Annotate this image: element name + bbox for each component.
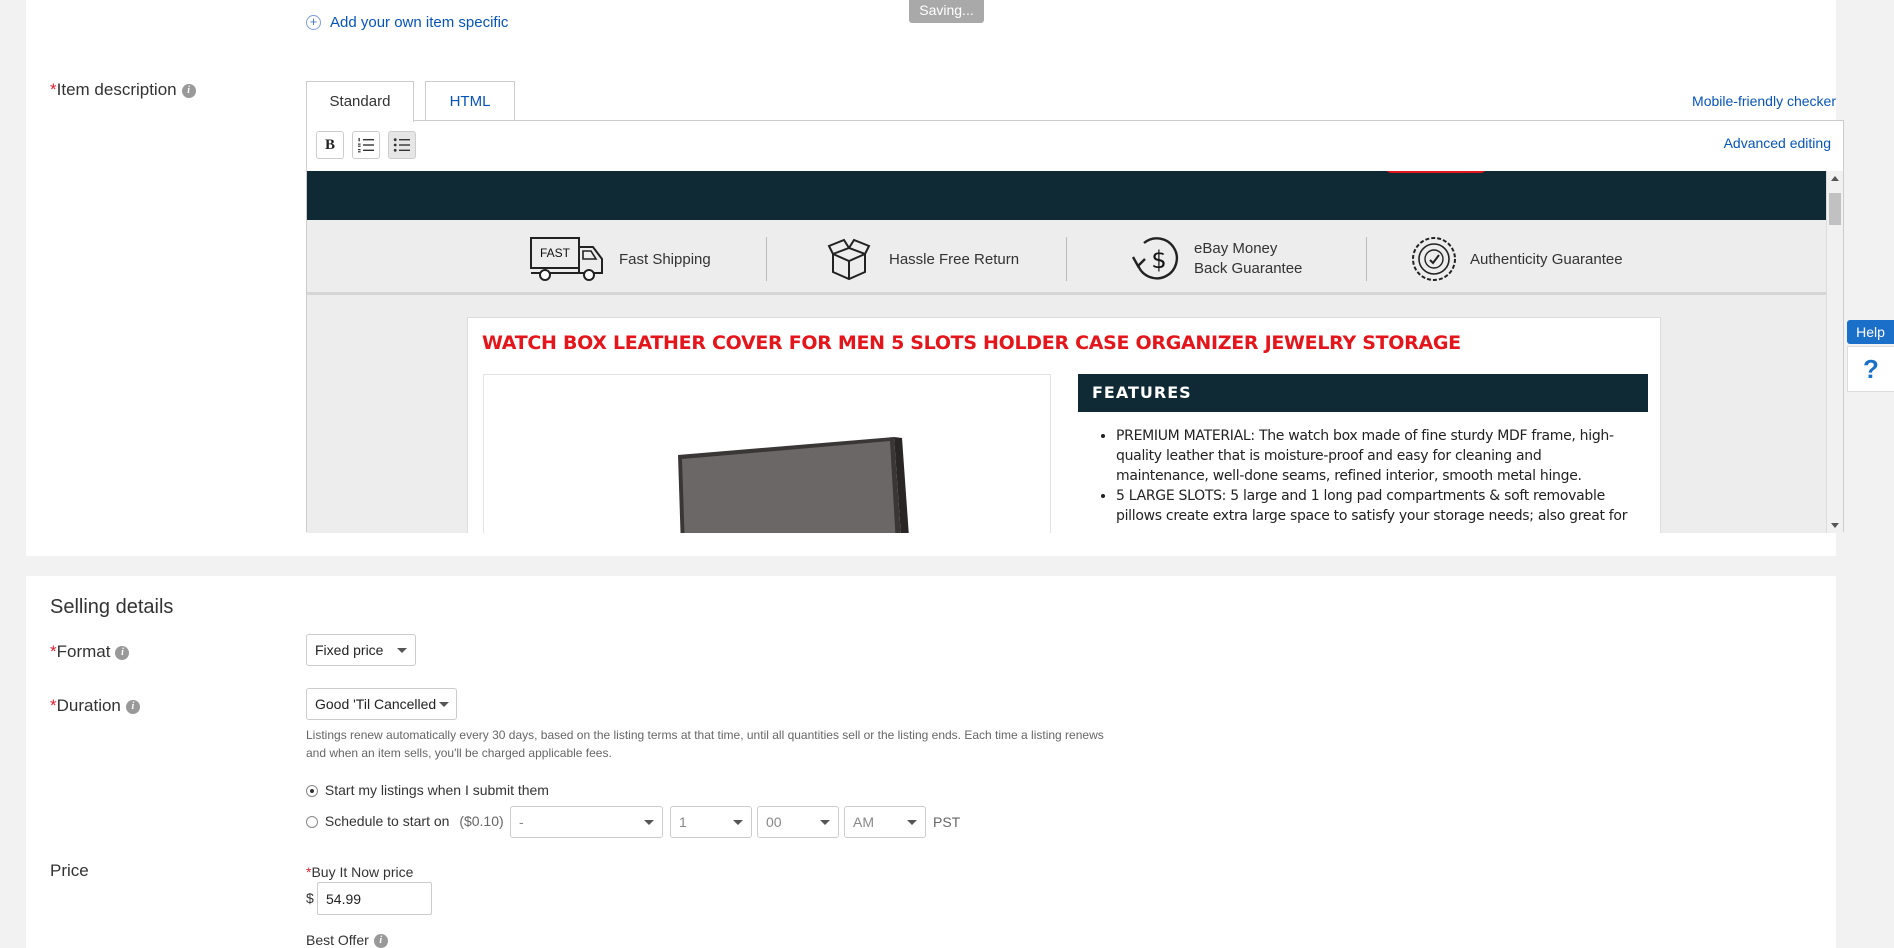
schedule-minute-select[interactable]: 00 [757,806,839,838]
hassle-free-return-box-icon [827,238,871,281]
svg-text:FAST: FAST [540,246,571,260]
guarantee-strip: FAST Fast Shipping Hassle Free Return $ … [307,220,1827,295]
add-item-specific-label: Add your own item specific [330,14,509,31]
preview-banner [307,171,1827,220]
selling-details-panel [26,576,1836,948]
best-offer-label: Best Offer i [306,932,388,948]
schedule-ampm-select[interactable]: AM [844,806,926,838]
mobile-friendly-checker-link[interactable]: Mobile-friendly checker [1692,93,1836,109]
authenticity-seal-icon [1412,237,1456,281]
guarantee-label: eBay Money Back Guarantee [1194,240,1303,277]
guarantee-label: Hassle Free Return [889,250,1020,268]
add-item-specific-link[interactable]: + Add your own item specific [306,14,508,31]
numbered-list-button[interactable] [352,131,380,159]
editor-scrollbar[interactable] [1826,171,1843,533]
guarantee-authenticity: Authenticity Guarantee [1410,234,1623,284]
chevron-down-icon [733,820,743,825]
features-heading: FEATURES [1078,374,1648,412]
duration-select[interactable]: Good 'Til Cancelled [306,688,457,720]
chevron-down-icon [820,820,830,825]
duration-label: *Duration i [50,696,140,716]
description-editor[interactable]: B Advanced editing FAST Fast Shipping Ha… [306,120,1844,533]
tab-html[interactable]: HTML [425,81,515,121]
bulleted-list-button[interactable] [388,131,416,159]
info-icon[interactable]: i [115,645,130,660]
selling-details-heading: Selling details [50,596,174,618]
schedule-hour-select[interactable]: 1 [670,806,752,838]
item-description-label: *Item description i [50,80,196,100]
price-label: Price [50,861,89,880]
start-now-option[interactable]: Start my listings when I submit them [306,782,549,798]
product-image [483,374,1051,533]
divider [1366,237,1367,281]
bold-icon: B [324,136,335,153]
scroll-thumb[interactable] [1829,193,1841,225]
bold-button[interactable]: B [316,131,344,159]
guarantee-money-back: $ eBay Money Back Guarantee [1130,234,1302,284]
watch-box-image [678,437,909,533]
schedule-radio[interactable] [306,816,318,829]
guarantee-label: Fast Shipping [619,250,711,268]
svg-text:$: $ [1151,246,1166,274]
info-icon[interactable]: i [373,934,388,948]
info-icon[interactable]: i [125,699,140,714]
guarantee-hassle-free-return: Hassle Free Return [827,234,1019,284]
numbered-list-icon [358,138,374,153]
chevron-down-icon [907,820,917,825]
advanced-editing-link[interactable]: Advanced editing [1724,135,1831,151]
divider [1066,237,1067,281]
scroll-down-arrow[interactable] [1831,523,1839,528]
divider [766,237,767,281]
list-item: 5 LARGE SLOTS: 5 large and 1 long pad co… [1116,486,1636,526]
duration-note: Listings renew automatically every 30 da… [306,728,1104,760]
scroll-up-arrow[interactable] [1831,176,1839,181]
saving-indicator: Saving... [909,0,984,23]
description-preview[interactable]: FAST Fast Shipping Hassle Free Return $ … [307,171,1827,533]
chevron-down-icon [439,702,449,707]
guarantee-fast-shipping: FAST Fast Shipping [529,234,711,284]
fast-shipping-truck-icon: FAST [530,237,603,281]
schedule-option[interactable]: Schedule to start on ($0.10) [306,813,504,829]
info-icon[interactable]: i [181,83,196,98]
help-button[interactable]: Help [1847,320,1894,344]
banner-red-accent [1384,171,1488,173]
currency-symbol: $ [306,890,314,906]
product-card: WATCH BOX LEATHER COVER FOR MEN 5 SLOTS … [467,317,1661,533]
chevron-down-icon [397,648,407,653]
tab-standard[interactable]: Standard [306,81,414,122]
money-back-icon: $ [1131,237,1178,280]
format-select[interactable]: Fixed price [306,634,416,666]
plus-circle-icon: + [306,15,321,30]
guarantee-label: Authenticity Guarantee [1470,250,1623,268]
buy-it-now-price-input[interactable] [317,882,432,915]
start-now-radio[interactable] [306,785,318,798]
buy-it-now-label: *Buy It Now price [306,864,414,880]
timezone-label: PST [933,814,961,830]
chevron-down-icon [644,820,654,825]
features-list: PREMIUM MATERIAL: The watch box made of … [1116,426,1636,526]
product-title: WATCH BOX LEATHER COVER FOR MEN 5 SLOTS … [482,332,1461,354]
schedule-date-select[interactable]: - [510,806,663,838]
help-question-icon[interactable]: ? [1847,346,1894,392]
format-label: *Format i [50,642,130,662]
bulleted-list-icon [393,138,410,152]
list-item: PREMIUM MATERIAL: The watch box made of … [1116,426,1636,486]
